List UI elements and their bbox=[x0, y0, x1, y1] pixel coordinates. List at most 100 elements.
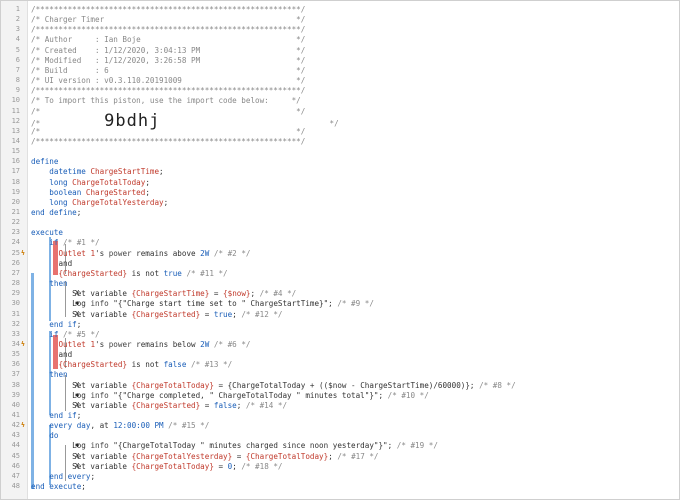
token-a: info bbox=[90, 390, 109, 400]
token-c: /* #17 */ bbox=[332, 451, 379, 461]
token-c: /* #15 */ bbox=[163, 421, 210, 431]
token-k: execute bbox=[31, 228, 64, 238]
token-p bbox=[31, 330, 49, 339]
token-p bbox=[31, 472, 49, 481]
token-v: ChargeTotalToday bbox=[72, 177, 146, 187]
token-t: long bbox=[49, 197, 73, 207]
token-p: "{ChargeTotalToday " minutes charged sin… bbox=[108, 441, 393, 451]
token-v: {ChargeStarted} bbox=[58, 268, 128, 278]
line-number: 48 bbox=[11, 482, 20, 491]
token-n: true bbox=[163, 268, 182, 278]
token-p: ; bbox=[145, 177, 150, 187]
token-k: if bbox=[49, 238, 64, 248]
token-k: end execute bbox=[31, 482, 82, 492]
token-k: every day bbox=[49, 421, 91, 431]
code-line[interactable]: 48 end execute; bbox=[1, 481, 679, 493]
set-variable-icon: X bbox=[75, 309, 80, 318]
token-a: info bbox=[90, 441, 109, 451]
token-p: Set variable bbox=[31, 451, 132, 461]
set-variable-icon: X bbox=[75, 451, 80, 460]
token-k: then bbox=[49, 370, 68, 380]
log-icon: ✱ bbox=[75, 299, 80, 308]
token-t: long bbox=[49, 177, 73, 187]
token-v: Outlet 1 bbox=[58, 248, 96, 258]
token-p: = bbox=[200, 400, 214, 410]
token-k: define bbox=[31, 157, 59, 167]
token-v: {ChargeTotalToday} bbox=[245, 451, 329, 461]
token-c: /* Charger Timer */ bbox=[31, 15, 306, 25]
token-p: "{"Charge completed, " ChargeTotalToday … bbox=[108, 390, 384, 400]
set-variable-icon: X bbox=[75, 380, 80, 389]
token-c: /* Build : 6 */ bbox=[31, 65, 306, 75]
token-p: = bbox=[232, 451, 246, 461]
token-p: 's bbox=[95, 339, 109, 349]
token-v: ChargeTotalYesterday bbox=[72, 197, 164, 207]
token-p bbox=[31, 320, 49, 329]
token-p: is not bbox=[127, 268, 164, 278]
piston-code-editor: 1/**************************************… bbox=[0, 0, 680, 500]
token-v: Outlet 1 bbox=[58, 339, 96, 349]
token-p: Set variable bbox=[31, 380, 132, 390]
token-c: /* Created : 1/12/2020, 3:04:13 PM */ bbox=[31, 45, 306, 55]
token-c: /* #6 */ bbox=[209, 339, 251, 349]
token-c: /* #10 */ bbox=[383, 390, 429, 400]
token-v: {ChargeStarted} bbox=[131, 309, 201, 319]
token-k: end define bbox=[31, 208, 77, 217]
token-p bbox=[31, 360, 58, 369]
token-p: Set variable bbox=[31, 461, 132, 471]
token-p: ; bbox=[76, 319, 82, 329]
token-p bbox=[31, 269, 58, 278]
token-p: Set variable bbox=[31, 289, 132, 299]
token-c: /* */ bbox=[31, 126, 306, 136]
token-t: datetime bbox=[49, 167, 91, 177]
token-p bbox=[31, 178, 49, 187]
token-p: = bbox=[209, 289, 224, 299]
token-v: {ChargeTotalYesterday} bbox=[131, 451, 233, 461]
token-p: remains above bbox=[131, 248, 201, 258]
token-p bbox=[31, 350, 58, 359]
token-v: {ChargeStarted} bbox=[58, 360, 128, 370]
token-p: Log bbox=[31, 390, 91, 400]
token-a: power bbox=[108, 248, 132, 258]
token-v: {ChargeStarted} bbox=[131, 400, 201, 410]
token-c: /***************************************… bbox=[31, 136, 306, 146]
token-p bbox=[31, 259, 58, 268]
token-n: false bbox=[163, 360, 187, 370]
token-p: 's bbox=[95, 248, 109, 258]
token-p bbox=[31, 421, 49, 430]
token-p: Set variable bbox=[31, 400, 132, 410]
token-p bbox=[31, 370, 49, 379]
set-variable-icon: X bbox=[75, 461, 80, 470]
log-icon: ✱ bbox=[75, 390, 80, 399]
token-c: /***************************************… bbox=[31, 86, 306, 96]
token-p: ; bbox=[145, 187, 150, 197]
token-p bbox=[31, 167, 49, 176]
token-c: /* #9 */ bbox=[332, 299, 374, 309]
token-p bbox=[31, 198, 49, 207]
token-v: {ChargeTotalToday} bbox=[131, 461, 214, 471]
token-c: /***************************************… bbox=[31, 25, 306, 35]
token-c: /* Modified : 1/12/2020, 3:26:58 PM */ bbox=[31, 55, 306, 65]
token-p: ; bbox=[76, 208, 82, 217]
token-v: {$now} bbox=[223, 289, 251, 299]
code-text: end execute; bbox=[31, 481, 86, 493]
token-k: do bbox=[49, 431, 59, 441]
token-c: /* #5 */ bbox=[63, 329, 100, 339]
token-n: 12:00:00 PM bbox=[113, 421, 164, 431]
token-p bbox=[31, 249, 58, 258]
token-p: = bbox=[200, 309, 214, 319]
token-c: /* #12 */ bbox=[236, 309, 283, 319]
token-v: {ChargeStartTime} bbox=[131, 289, 210, 299]
token-k: end if bbox=[49, 319, 77, 329]
token-v: {ChargeTotalToday} bbox=[131, 380, 214, 390]
token-k: end if bbox=[49, 411, 77, 420]
token-p: ; bbox=[163, 197, 169, 207]
token-o: and bbox=[58, 350, 73, 360]
token-n: false bbox=[213, 400, 237, 410]
token-k: if bbox=[49, 329, 64, 339]
token-p bbox=[31, 411, 49, 420]
token-p bbox=[31, 188, 49, 197]
token-p: ; bbox=[159, 167, 164, 177]
token-a: info bbox=[90, 299, 109, 309]
token-p bbox=[31, 279, 49, 288]
